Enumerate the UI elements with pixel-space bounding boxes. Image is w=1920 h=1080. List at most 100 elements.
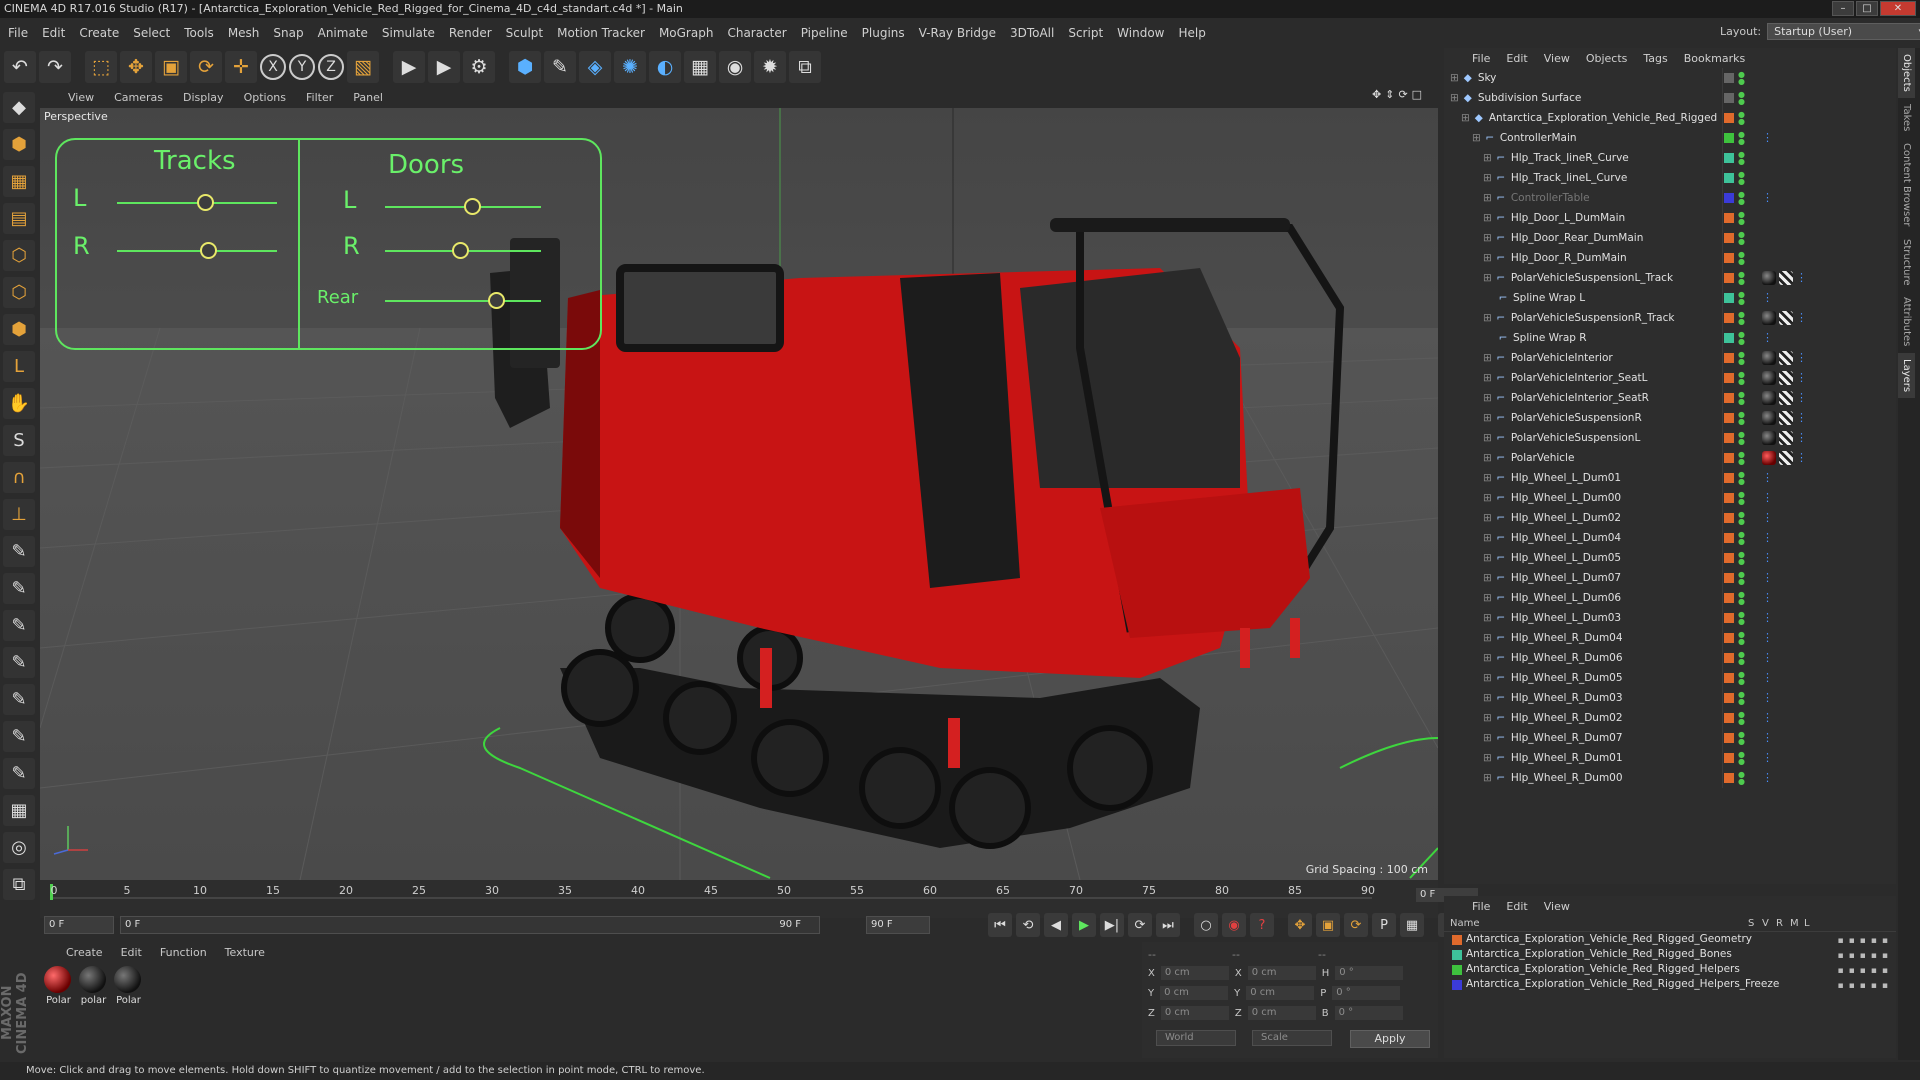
layer-color-flag[interactable] bbox=[1724, 313, 1734, 323]
hud-doors-l-slider[interactable] bbox=[385, 206, 541, 208]
solo-icon[interactable]: ▪ bbox=[1837, 979, 1843, 994]
expand-toggle-icon[interactable]: ⊞ bbox=[1483, 612, 1492, 624]
ik-tag-icon[interactable]: ⋮ bbox=[1762, 511, 1773, 525]
expand-toggle-icon[interactable]: ⊞ bbox=[1472, 132, 1481, 144]
autokey-icon[interactable]: ◉ bbox=[1222, 913, 1246, 937]
visibility-dots[interactable]: ● ● bbox=[1738, 191, 1745, 206]
menu-snap[interactable]: Snap bbox=[273, 26, 303, 40]
menu-sculpt[interactable]: Sculpt bbox=[506, 26, 543, 40]
ik-tag-icon[interactable]: ⋮ bbox=[1762, 591, 1773, 605]
world-axis-icon[interactable]: ✛ bbox=[225, 51, 257, 83]
layer-color-flag[interactable] bbox=[1724, 613, 1734, 623]
visibility-dots[interactable]: ● ● bbox=[1738, 351, 1745, 366]
ik-tag-icon[interactable]: ⋮ bbox=[1762, 631, 1773, 645]
visibility-dots[interactable]: ● ● bbox=[1738, 71, 1745, 86]
visibility-dots[interactable]: ● ● bbox=[1738, 731, 1745, 746]
menu-3dtoall[interactable]: 3DToAll bbox=[1010, 26, 1054, 40]
menu-create[interactable]: Create bbox=[79, 26, 119, 40]
layer-color-flag[interactable] bbox=[1724, 673, 1734, 683]
visibility-dots[interactable]: ● ● bbox=[1738, 531, 1745, 546]
menu-character[interactable]: Character bbox=[727, 26, 786, 40]
layer-color-swatch[interactable] bbox=[1452, 935, 1462, 945]
object-row[interactable]: ⊞ ⌐ Hlp_Wheel_R_Dum02 ● ● ⋮ bbox=[1444, 708, 1896, 728]
minimize-button[interactable]: – bbox=[1832, 1, 1854, 16]
object-row[interactable]: ⊞ ◆ Subdivision Surface ● ● bbox=[1444, 88, 1896, 108]
object-row[interactable]: ⊞ ⌐ Hlp_Wheel_R_Dum06 ● ● ⋮ bbox=[1444, 648, 1896, 668]
y-axis-icon[interactable]: Y bbox=[289, 54, 315, 80]
texture-tag-icon[interactable] bbox=[1779, 351, 1793, 365]
tab-layers[interactable]: Layers bbox=[1898, 352, 1915, 398]
object-row[interactable]: ⊞ ⌐ Hlp_Wheel_L_Dum00 ● ● ⋮ bbox=[1444, 488, 1896, 508]
grid-snap-icon[interactable]: ▦ bbox=[3, 795, 35, 826]
coord-pos-field[interactable]: 0 cm bbox=[1160, 986, 1229, 1000]
tab-attributes[interactable]: Attributes bbox=[1898, 291, 1915, 352]
key-position-icon[interactable]: ✥ bbox=[1288, 913, 1312, 937]
expand-toggle-icon[interactable]: ⊞ bbox=[1483, 452, 1492, 464]
layer-color-flag[interactable] bbox=[1724, 393, 1734, 403]
layer-color-flag[interactable] bbox=[1724, 433, 1734, 443]
axis-mode-icon[interactable]: L bbox=[3, 351, 35, 382]
pan-icon[interactable]: ✥ bbox=[1372, 88, 1381, 101]
snap-icon[interactable]: S bbox=[3, 425, 35, 456]
visible-icon[interactable]: ▪ bbox=[1849, 979, 1855, 994]
ik-tag-icon[interactable]: ⋮ bbox=[1762, 471, 1773, 485]
ik-tag-icon[interactable]: ⋮ bbox=[1762, 651, 1773, 665]
object-row[interactable]: ⊞ ⌐ Hlp_Wheel_R_Dum01 ● ● ⋮ bbox=[1444, 748, 1896, 768]
viewport-menu-filter[interactable]: Filter bbox=[306, 91, 333, 104]
layer-color-flag[interactable] bbox=[1724, 153, 1734, 163]
material-tag-icon[interactable] bbox=[1762, 411, 1776, 425]
ik-tag-icon[interactable]: ⋮ bbox=[1762, 131, 1773, 145]
tab-objects[interactable]: Objects bbox=[1898, 48, 1915, 98]
visibility-dots[interactable]: ● ● bbox=[1738, 271, 1745, 286]
ik-tag-icon[interactable]: ⋮ bbox=[1762, 571, 1773, 585]
deformer-icon[interactable]: ◐ bbox=[649, 51, 681, 83]
menu-file[interactable]: File bbox=[8, 26, 28, 40]
object-row[interactable]: ⊞ ⌐ PolarVehicleSuspensionL_Track ● ● ⋮ bbox=[1444, 268, 1896, 288]
coord-size-dropdown[interactable]: Scale bbox=[1252, 1030, 1332, 1046]
coordinate-system-icon[interactable]: ▧ bbox=[347, 51, 379, 83]
ik-tag-icon[interactable]: ⋮ bbox=[1762, 531, 1773, 545]
layer-color-flag[interactable] bbox=[1724, 253, 1734, 263]
object-row[interactable]: ⊞ ⌐ PolarVehicleInterior ● ● ⋮ bbox=[1444, 348, 1896, 368]
material-menu-texture[interactable]: Texture bbox=[225, 946, 265, 959]
expand-toggle-icon[interactable]: ⊞ bbox=[1450, 72, 1459, 84]
layer-color-swatch[interactable] bbox=[1452, 980, 1462, 990]
expand-toggle-icon[interactable]: ⊞ bbox=[1461, 112, 1470, 124]
expand-toggle-icon[interactable]: ⊞ bbox=[1483, 732, 1492, 744]
expand-toggle-icon[interactable]: ⊞ bbox=[1483, 192, 1492, 204]
expand-toggle-icon[interactable]: ⊞ bbox=[1483, 352, 1492, 364]
layer-color-flag[interactable] bbox=[1724, 533, 1734, 543]
layer-color-flag[interactable] bbox=[1724, 413, 1734, 423]
object-row[interactable]: ⊞ ⌐ Hlp_Wheel_L_Dum06 ● ● ⋮ bbox=[1444, 588, 1896, 608]
expand-toggle-icon[interactable]: ⊞ bbox=[1483, 472, 1492, 484]
workplane-icon[interactable]: ⊥ bbox=[3, 499, 35, 530]
layer-menu-view[interactable]: View bbox=[1544, 900, 1570, 913]
next-key-icon[interactable]: ⟳ bbox=[1128, 913, 1152, 937]
menu-animate[interactable]: Animate bbox=[318, 26, 368, 40]
close-button[interactable]: ✕ bbox=[1880, 1, 1916, 16]
expand-toggle-icon[interactable]: ⊞ bbox=[1483, 652, 1492, 664]
pen-icon[interactable]: ✎ bbox=[544, 51, 576, 83]
layer-menu-file[interactable]: File bbox=[1472, 900, 1490, 913]
layer-color-swatch[interactable] bbox=[1452, 965, 1462, 975]
object-row[interactable]: ⊞ ⌐ ControllerTable ● ● ⋮ bbox=[1444, 188, 1896, 208]
brush-tool-icon[interactable]: ✎ bbox=[3, 536, 35, 567]
render-picture-viewer-icon[interactable]: ▶ bbox=[428, 51, 460, 83]
object-row[interactable]: ⌐ Spline Wrap L ● ● ⋮ bbox=[1444, 288, 1896, 308]
texture-tag-icon[interactable] bbox=[1779, 271, 1793, 285]
texture-tag-icon[interactable] bbox=[1779, 371, 1793, 385]
texture-tag-icon[interactable] bbox=[1779, 391, 1793, 405]
play-icon[interactable]: ▶ bbox=[1072, 913, 1096, 937]
material-tag-icon[interactable] bbox=[1762, 431, 1776, 445]
visibility-dots[interactable]: ● ● bbox=[1738, 651, 1745, 666]
visibility-dots[interactable]: ● ● bbox=[1738, 631, 1745, 646]
object-row[interactable]: ⊞ ⌐ Hlp_Door_R_DumMain ● ● bbox=[1444, 248, 1896, 268]
pinch-tool-icon[interactable]: ✎ bbox=[3, 647, 35, 678]
menu-window[interactable]: Window bbox=[1117, 26, 1164, 40]
frame-range-slider[interactable]: 0 F 90 F bbox=[120, 916, 820, 934]
ik-tag-icon[interactable]: ⋮ bbox=[1796, 451, 1807, 465]
expand-toggle-icon[interactable]: ⊞ bbox=[1483, 492, 1492, 504]
go-to-end-icon[interactable]: ⏭ bbox=[1156, 913, 1180, 937]
material-tag-icon[interactable] bbox=[1762, 351, 1776, 365]
edges-mode-icon[interactable]: ⬡ bbox=[3, 277, 35, 308]
